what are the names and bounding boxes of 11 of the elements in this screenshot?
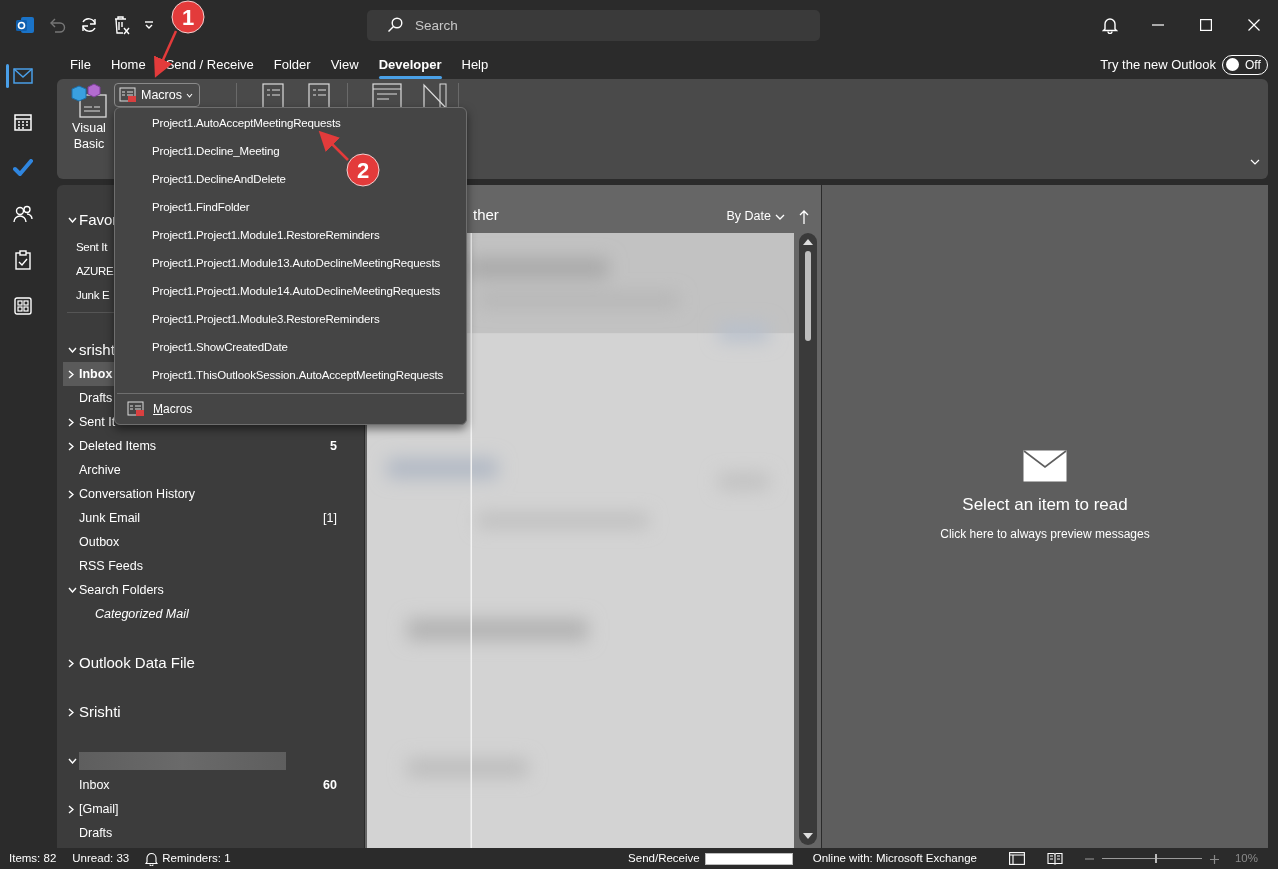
- item-count: 60: [323, 776, 337, 794]
- unread-count-status: Unread: 33: [72, 850, 130, 866]
- step-marker: 2: [346, 153, 380, 187]
- item-count-status: Items: 82: [9, 850, 57, 866]
- empty-state-title: Select an item to read: [962, 494, 1128, 517]
- item-count: [1]: [323, 509, 337, 527]
- item-count: 5: [330, 437, 337, 455]
- step-marker: 1: [171, 0, 205, 34]
- send-receive-label: Send/Receive: [628, 850, 700, 866]
- connection-status: Online with: Microsoft Exchange: [812, 850, 977, 866]
- new-outlook-label: Try the new Outlook: [1100, 55, 1216, 74]
